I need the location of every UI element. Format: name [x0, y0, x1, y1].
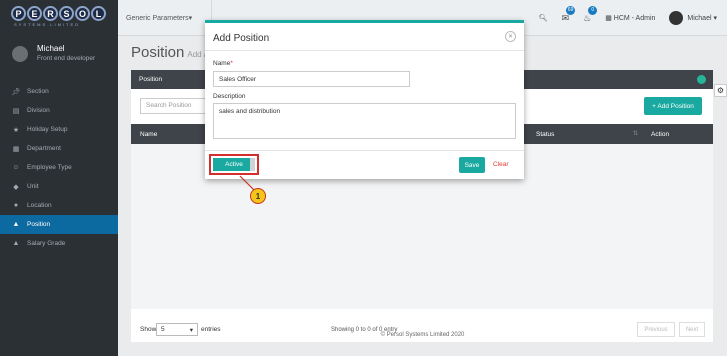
building-icon: ▦: [12, 145, 20, 153]
name-label: Name*: [213, 60, 233, 67]
notifications-button[interactable]: ♨ 0: [583, 5, 598, 24]
user-name: Michael: [687, 14, 712, 22]
notifications-badge: 0: [588, 5, 598, 15]
avatar: [669, 11, 684, 25]
sidebar-item-label: Division: [27, 107, 50, 114]
sidebar-item-label: Holiday Setup: [27, 126, 68, 133]
close-icon[interactable]: ✕: [505, 31, 516, 42]
panel-title: Position: [139, 76, 163, 83]
name-field[interactable]: Sales Officer: [213, 71, 410, 87]
page-title: Position Add /: [131, 44, 206, 61]
caret-down-icon: ▾: [713, 14, 717, 22]
sidebar-item-holiday-setup[interactable]: ★ Holiday Setup: [0, 120, 118, 139]
sort-icon[interactable]: ⇅: [633, 130, 638, 137]
toggle-handle[interactable]: [250, 158, 255, 171]
sidebar-item-position[interactable]: ▲ Position: [0, 215, 118, 234]
logo-area: P E R S O L SYSTEMS LIMITED: [0, 0, 118, 36]
save-button[interactable]: Save: [459, 157, 485, 173]
users-icon: ☺: [12, 164, 20, 171]
sidebar-item-label: Unit: [27, 183, 39, 190]
sidebar-item-salary-grade[interactable]: ▲ Salary Grade: [0, 234, 118, 253]
description-field[interactable]: sales and distribution: [213, 103, 516, 139]
sidebar-item-unit[interactable]: ◆ Unit: [0, 177, 118, 196]
sidebar-item-department[interactable]: ▦ Department: [0, 139, 118, 158]
module-dropdown-label: Generic Parameters: [126, 14, 189, 22]
profile-role: Front end developer: [37, 55, 96, 62]
copyright: © Persol Systems Limited 2020: [380, 332, 465, 338]
divider: [205, 150, 524, 151]
search-input[interactable]: Search Position: [140, 98, 206, 114]
user-menu[interactable]: Michael ▾: [669, 11, 717, 25]
sidebar-item-label: Position: [27, 221, 51, 228]
avatar: [12, 46, 28, 62]
search-icon[interactable]: 🔍︎: [539, 14, 548, 22]
description-label: Description: [213, 93, 246, 100]
page-subtitle: Add /: [187, 50, 207, 59]
sidebar-item-employee-type[interactable]: ☺ Employee Type: [0, 158, 118, 177]
messages-button[interactable]: ✉ 69: [562, 5, 576, 24]
add-position-modal: Add Position ✕ Name* Sales Officer Descr…: [205, 20, 524, 179]
sidebar-item-label: Location: [27, 202, 52, 209]
column-action: Action: [651, 130, 670, 138]
app-label: HCM - Admin: [613, 15, 656, 22]
sidebar-item-label: Department: [27, 145, 61, 152]
column-status[interactable]: Status: [536, 124, 554, 144]
sidebar-item-division[interactable]: ▤ Division: [0, 101, 118, 120]
pin-icon: 📌︎: [11, 88, 21, 96]
star-icon: ★: [12, 126, 20, 134]
caret-down-icon: ▾: [188, 15, 193, 22]
messages-badge: 69: [566, 5, 576, 15]
name-label-text: Name: [213, 60, 231, 67]
modal-title: Add Position: [213, 33, 270, 44]
sidebar: P E R S O L SYSTEMS LIMITED Michael Fron…: [0, 0, 118, 356]
profile-name: Michael: [37, 44, 65, 53]
user-profile: Michael Front end developer: [0, 36, 118, 76]
module-dropdown[interactable]: Generic Parameters ▾: [118, 0, 212, 36]
sidebar-item-section[interactable]: 📌︎ Section: [0, 82, 118, 101]
sidebar-item-label: Employee Type: [27, 164, 72, 171]
sidebar-item-label: Salary Grade: [27, 240, 66, 247]
active-highlight: Active: [209, 154, 259, 175]
active-toggle-button[interactable]: Active: [213, 158, 255, 171]
logo-subtext: SYSTEMS LIMITED: [14, 22, 81, 27]
tag-icon: ◆: [13, 183, 19, 191]
sidebar-item-label: Section: [27, 88, 49, 95]
required-marker: *: [230, 60, 233, 67]
callout-marker: 1: [250, 188, 266, 204]
map-pin-icon: ●: [13, 202, 19, 209]
app-switcher[interactable]: ▦ HCM - Admin: [605, 14, 655, 22]
clear-button[interactable]: Clear: [493, 161, 509, 168]
gear-icon[interactable]: ⚙: [714, 84, 727, 97]
sidebar-item-location[interactable]: ● Location: [0, 196, 118, 215]
topbar-actions: 🔍︎ ✉ 69 ♨ 0 ▦ HCM - Admin Michael ▾: [539, 0, 717, 36]
divider: [205, 50, 524, 51]
add-position-button[interactable]: + Add Position: [644, 97, 702, 115]
graduation-cap-icon: ▲: [12, 221, 20, 228]
refresh-icon[interactable]: [697, 75, 706, 84]
page-title-text: Position: [131, 44, 185, 61]
pin-icon: ▲: [12, 240, 20, 247]
grid-icon: ▦: [605, 15, 612, 22]
column-name[interactable]: Name: [140, 124, 157, 144]
document-icon: ▤: [12, 107, 20, 115]
sidebar-nav: 📌︎ Section ▤ Division ★ Holiday Setup ▦ Depa…: [0, 82, 118, 253]
